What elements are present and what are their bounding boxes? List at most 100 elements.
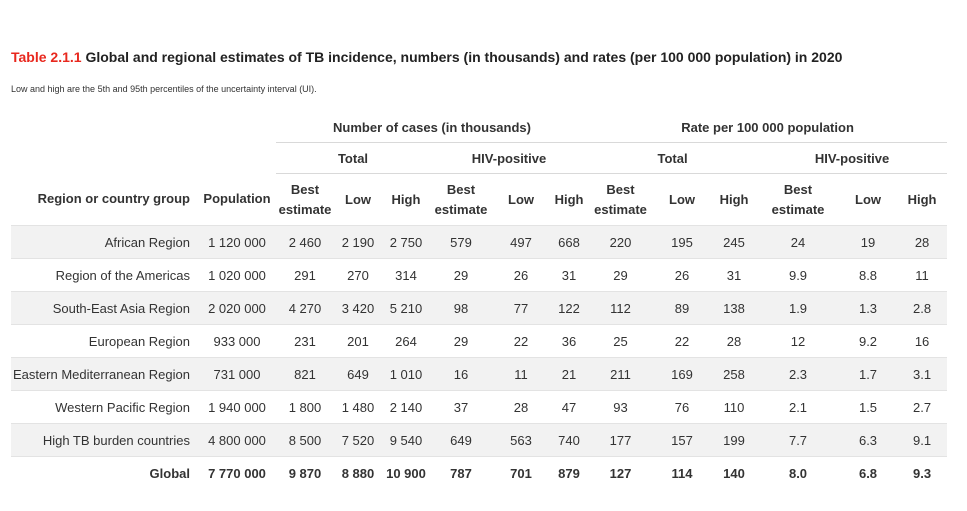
table-row: Eastern Mediterranean Region 731 000 821…	[11, 357, 948, 391]
cases-hiv-low-cell: 28	[492, 390, 550, 424]
cases-hiv-low-cell: 497	[492, 225, 550, 259]
subheader-cases-total: Total	[276, 142, 430, 174]
rate-hiv-low-cell: 8.8	[839, 258, 898, 292]
group-header-rate: Rate per 100 000 population	[588, 113, 948, 143]
cases-hiv-best-cell: 29	[430, 324, 492, 358]
cases-total-best-cell: 1 800	[276, 390, 334, 424]
cases-hiv-high-cell: 879	[550, 456, 589, 489]
rate-total-low-cell: 76	[653, 390, 712, 424]
column-header-low: Low	[508, 191, 534, 207]
best-line2: estimate	[434, 201, 488, 217]
region-cell: Western Pacific Region	[11, 390, 198, 424]
population-cell: 1 020 000	[198, 258, 276, 292]
cases-hiv-best-cell: 98	[430, 291, 492, 325]
table-row: High TB burden countries 4 800 000 8 500…	[11, 423, 948, 457]
column-header-region: Region or country group	[37, 191, 190, 207]
cases-total-high-cell: 9 540	[382, 423, 430, 457]
cases-hiv-low-cell: 77	[492, 291, 550, 325]
subheader-cases-hiv: HIV-positive	[430, 142, 589, 174]
cases-hiv-high-cell: 31	[550, 258, 589, 292]
column-header-low: Low	[669, 191, 696, 207]
cases-total-best-cell: 8 500	[276, 423, 334, 457]
cases-total-low-cell: 649	[334, 357, 382, 391]
table-row: African Region 1 120 000 2 460 2 190 2 7…	[11, 225, 948, 259]
rate-total-best-cell: 93	[588, 390, 654, 424]
rate-total-best-cell: 177	[588, 423, 654, 457]
region-cell: Global	[11, 456, 198, 489]
rate-total-low-cell: 89	[653, 291, 712, 325]
best-line2: estimate	[594, 201, 647, 217]
best-line1: Best	[290, 181, 320, 197]
column-header-high: High	[391, 191, 421, 207]
best-line1: Best	[783, 181, 813, 197]
table-subtitle: Low and high are the 5th and 95th percen…	[11, 84, 317, 94]
rate-hiv-low-cell: 9.2	[839, 324, 898, 358]
cases-hiv-low-cell: 563	[492, 423, 550, 457]
column-header-population: Population	[203, 191, 271, 207]
cases-hiv-best-cell: 29	[430, 258, 492, 292]
table-body: African Region 1 120 000 2 460 2 190 2 7…	[11, 225, 948, 489]
rate-total-low-cell: 195	[653, 225, 712, 259]
column-header-low: Low	[855, 191, 882, 207]
rate-hiv-best-cell: 2.3	[757, 357, 840, 391]
region-cell: African Region	[11, 225, 198, 259]
rate-total-best-cell: 112	[588, 291, 654, 325]
rate-hiv-high-cell: 3.1	[897, 357, 948, 391]
best-line2: estimate	[771, 201, 825, 217]
cases-total-high-cell: 2 750	[382, 225, 430, 259]
column-header-best: Best estimate	[588, 174, 653, 226]
population-cell: 4 800 000	[198, 423, 276, 457]
cases-total-best-cell: 821	[276, 357, 334, 391]
rate-total-high-cell: 110	[711, 390, 758, 424]
cases-hiv-low-cell: 22	[492, 324, 550, 358]
region-cell: European Region	[11, 324, 198, 358]
cases-total-high-cell: 10 900	[382, 456, 430, 489]
column-header-best: Best estimate	[757, 174, 839, 226]
rate-total-high-cell: 140	[711, 456, 758, 489]
rate-total-high-cell: 199	[711, 423, 758, 457]
cases-total-high-cell: 264	[382, 324, 430, 358]
population-cell: 1 940 000	[198, 390, 276, 424]
population-cell: 2 020 000	[198, 291, 276, 325]
cases-hiv-low-cell: 11	[492, 357, 550, 391]
best-line1: Best	[446, 181, 476, 197]
cases-hiv-best-cell: 16	[430, 357, 492, 391]
rate-hiv-high-cell: 11	[897, 258, 948, 292]
subheader-rate-hiv: HIV-positive	[757, 142, 948, 174]
cases-hiv-low-cell: 26	[492, 258, 550, 292]
rate-total-low-cell: 114	[653, 456, 712, 489]
rate-total-low-cell: 26	[653, 258, 712, 292]
column-header-best: Best estimate	[276, 174, 334, 226]
rate-hiv-low-cell: 19	[839, 225, 898, 259]
rate-hiv-high-cell: 2.7	[897, 390, 948, 424]
cases-hiv-best-cell: 649	[430, 423, 492, 457]
rate-total-high-cell: 31	[711, 258, 758, 292]
cases-total-high-cell: 314	[382, 258, 430, 292]
rate-total-high-cell: 258	[711, 357, 758, 391]
rate-total-best-cell: 25	[588, 324, 654, 358]
rate-hiv-high-cell: 16	[897, 324, 948, 358]
rate-hiv-best-cell: 2.1	[757, 390, 840, 424]
rate-hiv-best-cell: 24	[757, 225, 840, 259]
cases-total-low-cell: 2 190	[334, 225, 382, 259]
subheader-rate-total: Total	[588, 142, 758, 174]
rate-hiv-low-cell: 1.3	[839, 291, 898, 325]
rate-total-best-cell: 29	[588, 258, 654, 292]
cases-hiv-high-cell: 668	[550, 225, 589, 259]
rate-hiv-low-cell: 6.3	[839, 423, 898, 457]
cases-hiv-high-cell: 21	[550, 357, 589, 391]
cases-hiv-best-cell: 37	[430, 390, 492, 424]
cases-hiv-high-cell: 36	[550, 324, 589, 358]
rate-hiv-high-cell: 2.8	[897, 291, 948, 325]
table-title: Table 2.1.1 Global and regional estimate…	[11, 49, 842, 65]
cases-total-best-cell: 4 270	[276, 291, 334, 325]
column-header-high: High	[554, 191, 584, 207]
population-cell: 933 000	[198, 324, 276, 358]
cases-hiv-high-cell: 47	[550, 390, 589, 424]
cases-total-high-cell: 5 210	[382, 291, 430, 325]
cases-total-low-cell: 3 420	[334, 291, 382, 325]
region-cell: South-East Asia Region	[11, 291, 198, 325]
cases-total-low-cell: 7 520	[334, 423, 382, 457]
population-cell: 1 120 000	[198, 225, 276, 259]
rate-hiv-best-cell: 1.9	[757, 291, 840, 325]
